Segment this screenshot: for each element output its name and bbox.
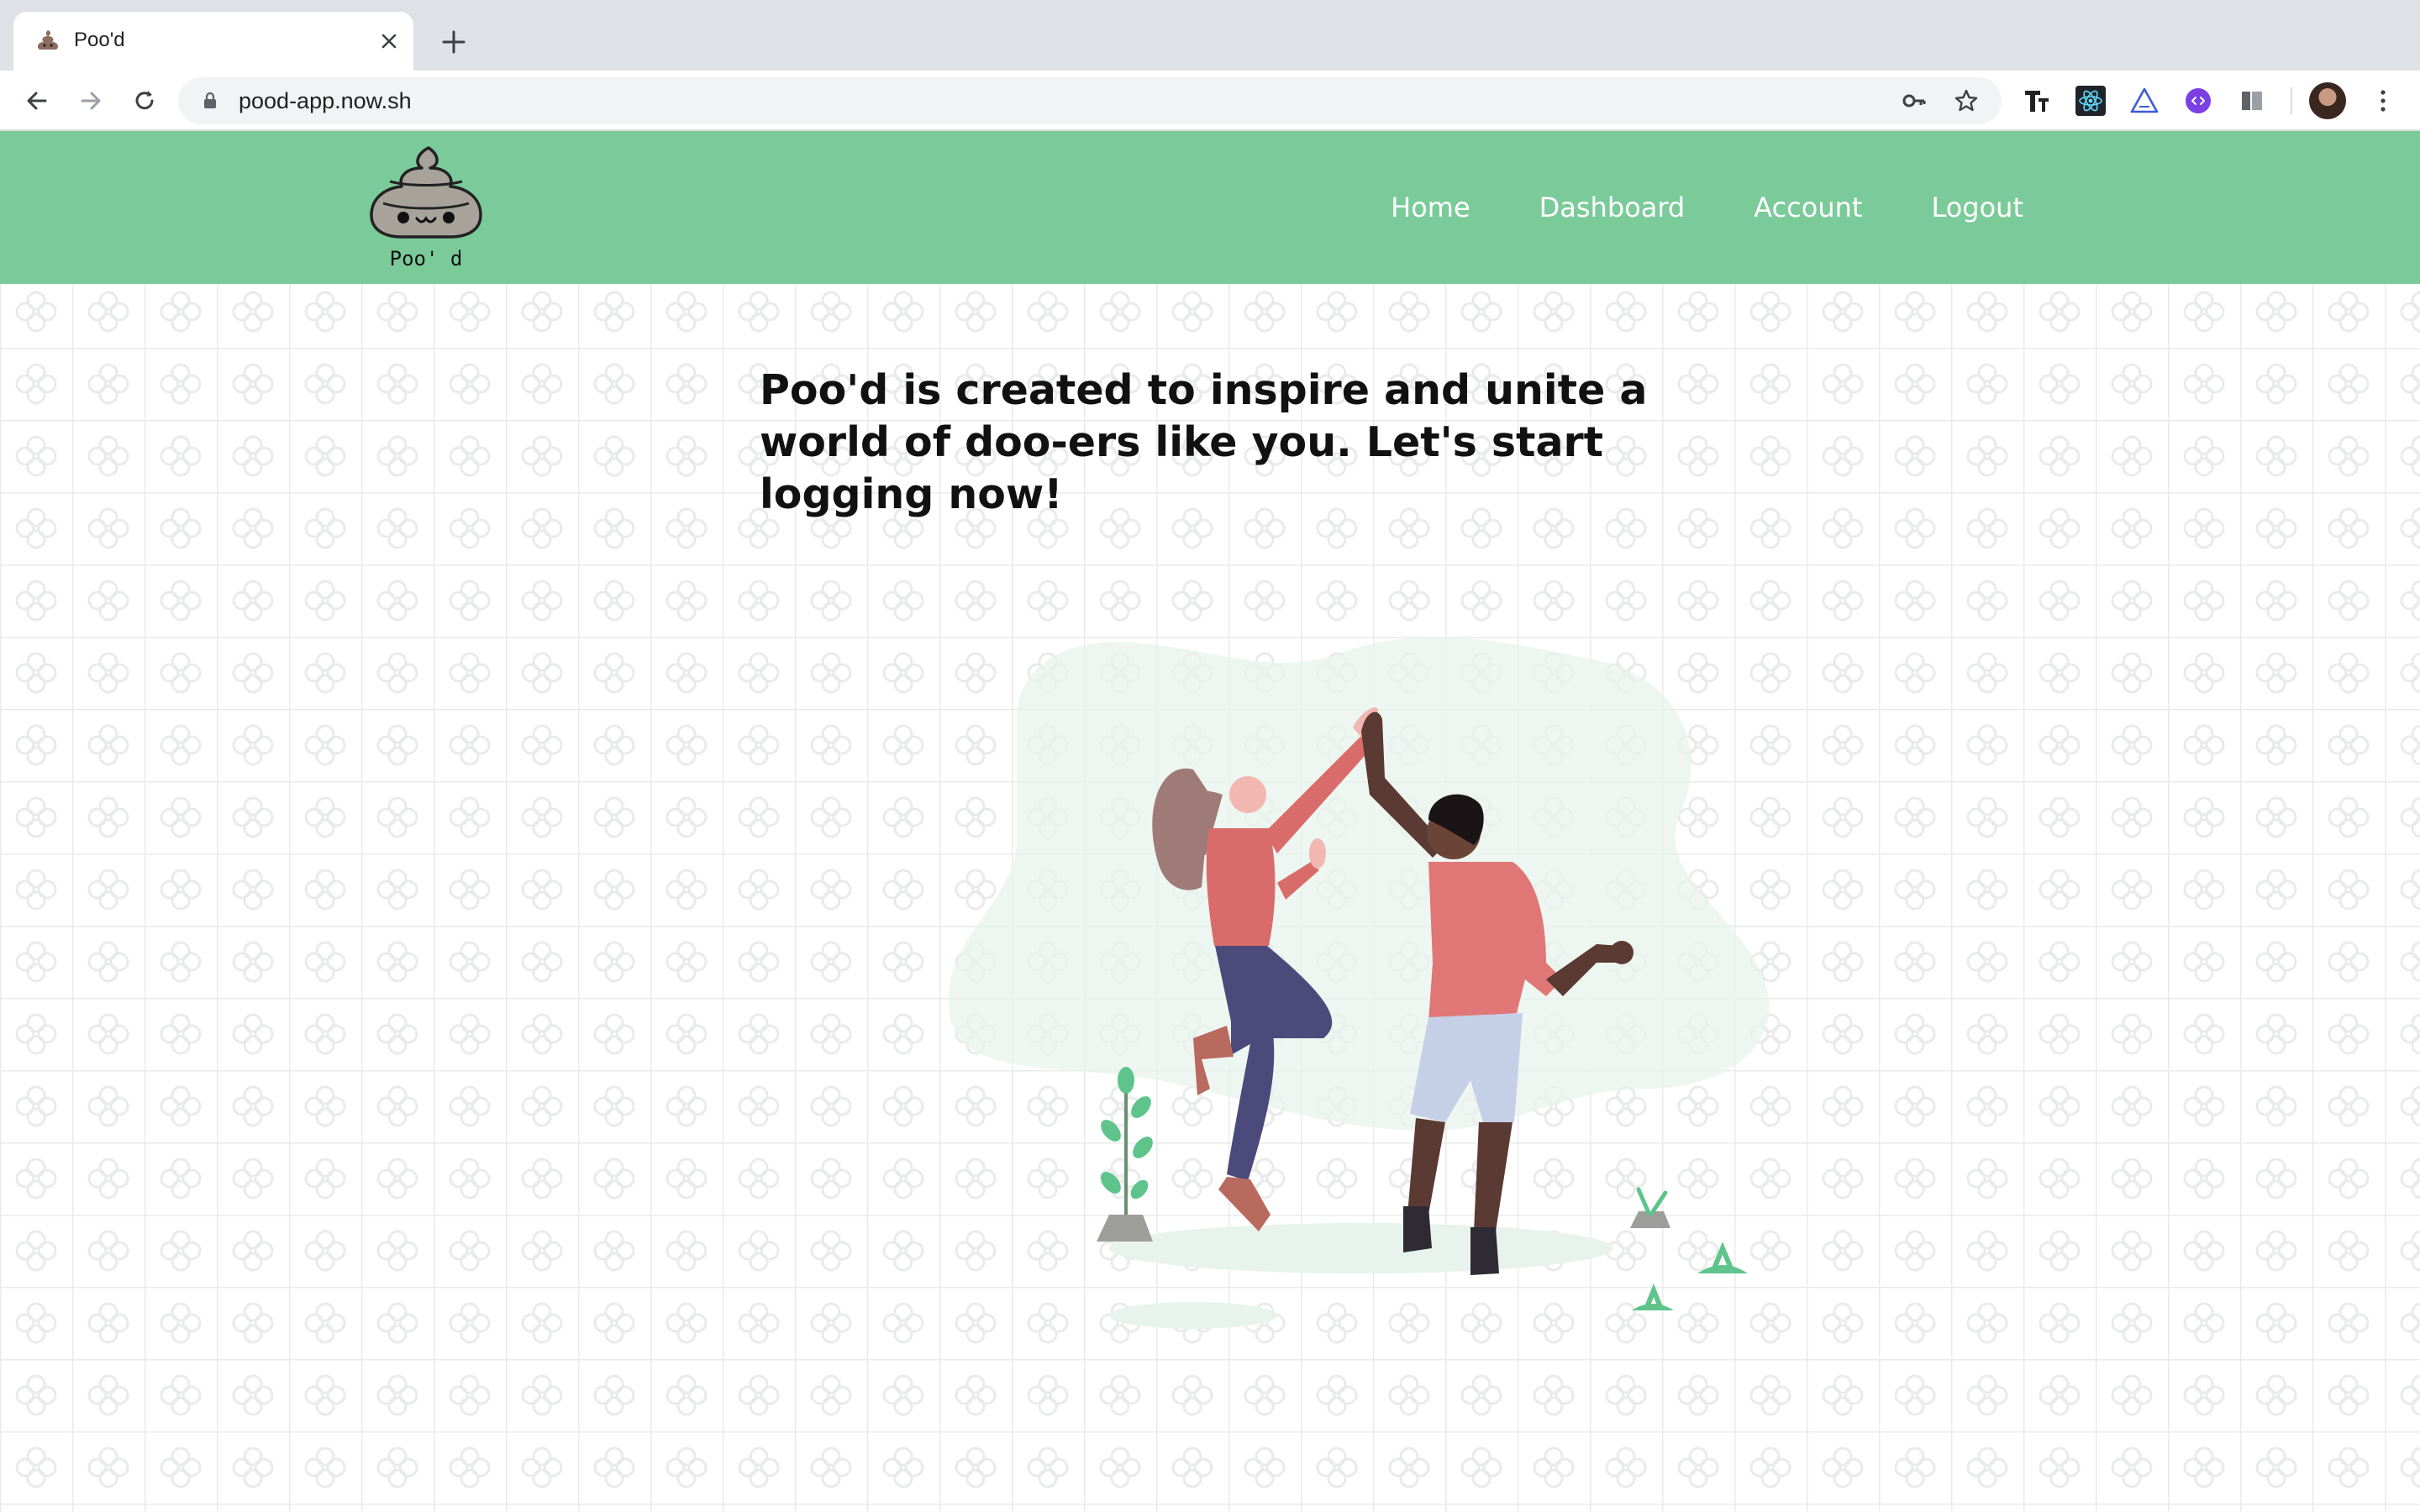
tab-title: Poo'd	[74, 29, 125, 51]
poop-logo-icon[interactable]: Poo' d	[363, 143, 489, 277]
browser-tabstrip: Poo'd	[0, 0, 2420, 71]
menu-kebab-icon[interactable]	[2368, 86, 2398, 116]
address-bar[interactable]: pood-app.now.sh	[178, 77, 2002, 124]
toolbar-divider	[2291, 87, 2292, 114]
panel-extension-icon[interactable]	[2237, 86, 2267, 116]
nav-link-account[interactable]: Account	[1754, 192, 1862, 223]
lock-icon	[204, 92, 216, 108]
logo-text: Poo' d	[390, 247, 463, 270]
high-five-illustration	[949, 637, 1770, 1329]
site-navbar: Poo' d Home Dashboard Account Logout	[0, 131, 2420, 284]
triangle-extension-icon[interactable]	[2129, 86, 2160, 116]
forward-arrow-icon[interactable]	[76, 86, 106, 116]
bookmark-star-icon[interactable]	[1953, 87, 1980, 114]
main-nav: Home Dashboard Account Logout	[1391, 131, 2023, 284]
react-devtools-icon[interactable]	[2075, 86, 2106, 116]
browser-toolbar: pood-app.now.sh	[0, 71, 2420, 131]
browser-tab[interactable]: Poo'd	[13, 12, 413, 71]
new-tab-icon[interactable]	[437, 25, 471, 59]
url-text: pood-app.now.sh	[239, 88, 412, 113]
nav-link-home[interactable]: Home	[1391, 192, 1470, 223]
reload-icon[interactable]	[129, 86, 160, 116]
hero-headline: Poo'd is created to inspire and unite a …	[760, 366, 1648, 518]
close-tab-icon[interactable]	[375, 27, 403, 55]
poop-favicon-icon	[37, 30, 59, 50]
profile-avatar[interactable]	[2309, 82, 2346, 119]
typography-extension-icon[interactable]	[2022, 86, 2052, 116]
back-arrow-icon[interactable]	[22, 86, 52, 116]
nav-link-dashboard[interactable]: Dashboard	[1539, 192, 1686, 223]
nav-link-logout[interactable]: Logout	[1931, 192, 2023, 223]
key-icon[interactable]	[1901, 87, 1928, 114]
purple-circle-extension-icon[interactable]	[2183, 86, 2213, 116]
page-content: Poo' d Home Dashboard Account Logout Poo…	[0, 131, 2420, 1512]
